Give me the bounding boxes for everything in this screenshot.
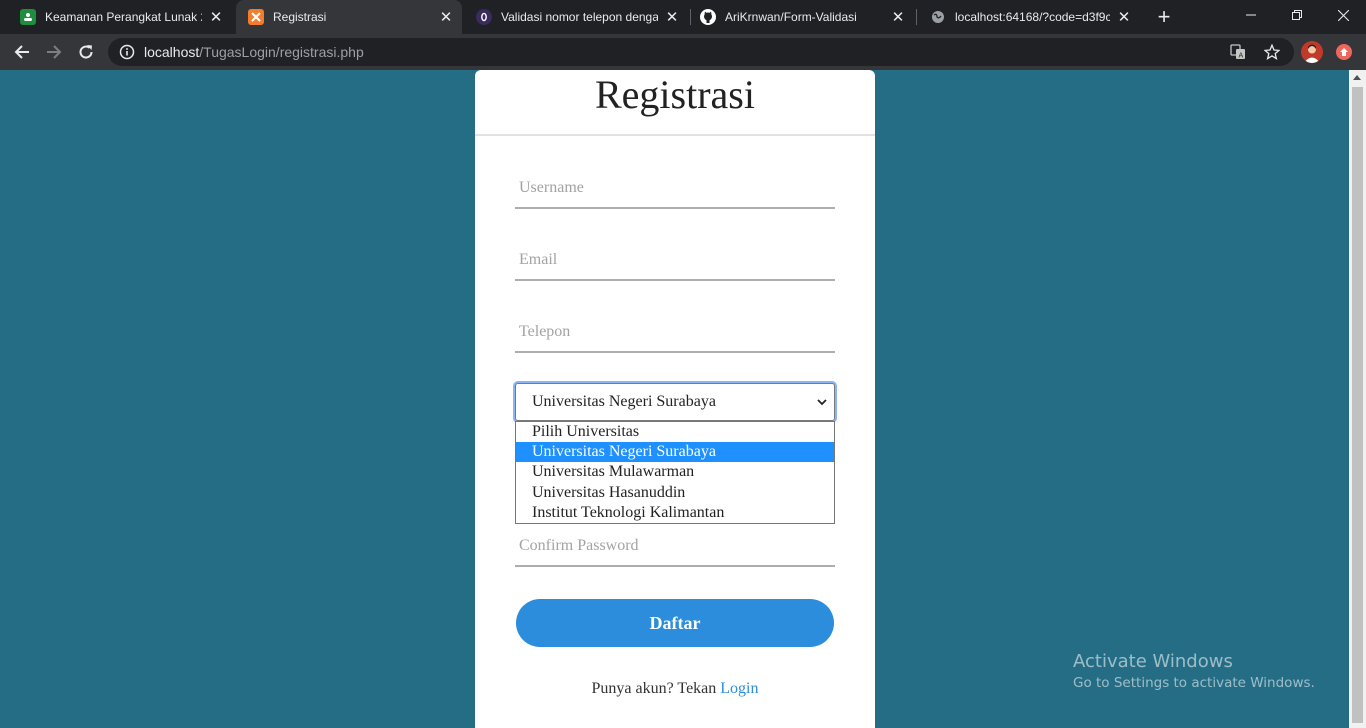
- university-select[interactable]: Universitas Negeri Surabaya: [515, 383, 835, 421]
- site-icon: [476, 9, 492, 25]
- translate-icon[interactable]: A: [1230, 44, 1246, 60]
- tab-registrasi[interactable]: Registrasi ✕: [236, 0, 462, 34]
- url-path: /TugasLogin/registrasi.php: [199, 44, 364, 60]
- close-icon: [1337, 9, 1349, 21]
- university-option[interactable]: Pilih Universitas: [516, 422, 834, 442]
- confirm-password-field-wrapper: [515, 527, 835, 567]
- new-tab-button[interactable]: +: [1152, 4, 1176, 29]
- arrow-left-icon: [14, 45, 29, 59]
- close-tab-icon[interactable]: ✕: [890, 9, 906, 26]
- university-selected-value: Universitas Negeri Surabaya: [532, 393, 716, 410]
- url-text: localhost/TugasLogin/registrasi.php: [144, 44, 364, 60]
- tab-localhost[interactable]: localhost:64168/?code=d3f9c9 ✕: [918, 0, 1140, 34]
- close-tab-icon[interactable]: ✕: [1116, 9, 1132, 26]
- back-button[interactable]: [8, 38, 36, 66]
- email-input[interactable]: [515, 241, 835, 279]
- tab-separator: [690, 9, 691, 25]
- university-option[interactable]: Universitas Mulawarman: [516, 462, 834, 482]
- info-icon[interactable]: [119, 44, 135, 60]
- daftar-button[interactable]: Daftar: [516, 599, 834, 647]
- tab-title: AriKrnwan/Form-Validasi: [725, 10, 857, 24]
- watermark-line-2: Go to Settings to activate Windows.: [1073, 675, 1315, 691]
- tab-strip: Keamanan Perangkat Lunak 20 ✕ Registrasi…: [0, 0, 1366, 34]
- close-window-button[interactable]: [1320, 0, 1366, 30]
- forward-button[interactable]: [40, 38, 68, 66]
- address-bar[interactable]: localhost/TugasLogin/registrasi.php A: [108, 38, 1294, 66]
- minimize-icon: [1246, 14, 1256, 16]
- tab-title: Registrasi: [273, 10, 327, 24]
- arrow-right-icon: [47, 45, 62, 59]
- university-option[interactable]: Institut Teknologi Kalimantan: [516, 503, 834, 523]
- university-option[interactable]: Universitas Hasanuddin: [516, 483, 834, 503]
- close-tab-icon[interactable]: ✕: [664, 9, 680, 26]
- xampp-icon: [248, 9, 264, 25]
- scrollbar-thumb[interactable]: [1352, 87, 1363, 723]
- reload-button[interactable]: [72, 38, 100, 66]
- telepon-field-wrapper: [515, 313, 835, 353]
- scroll-up-icon[interactable]: [1353, 75, 1361, 80]
- university-dropdown-list: Pilih Universitas Universitas Negeri Sur…: [515, 421, 835, 524]
- tab-github[interactable]: AriKrnwan/Form-Validasi ✕: [692, 0, 914, 34]
- bookmark-star-icon[interactable]: [1264, 44, 1280, 60]
- confirm-password-input[interactable]: [515, 527, 835, 565]
- browser-toolbar: localhost/TugasLogin/registrasi.php A: [0, 34, 1366, 70]
- login-link[interactable]: Login: [720, 680, 758, 697]
- chevron-down-icon: [817, 399, 827, 406]
- minimize-button[interactable]: [1228, 0, 1274, 30]
- tab-validasi[interactable]: Validasi nomor telepon dengan ✕: [466, 0, 688, 34]
- restore-button[interactable]: [1274, 0, 1320, 30]
- profile-avatar[interactable]: [1301, 41, 1323, 63]
- page-title: Registrasi: [475, 70, 875, 136]
- github-icon: [700, 9, 716, 25]
- watermark-line-1: Activate Windows: [1073, 651, 1233, 672]
- close-tab-icon[interactable]: ✕: [208, 9, 224, 26]
- registration-card: Registrasi Universitas Negeri Surabaya P…: [475, 70, 875, 728]
- tab-keamanan[interactable]: Keamanan Perangkat Lunak 20 ✕: [10, 0, 232, 34]
- tab-title: Validasi nomor telepon dengan: [501, 10, 658, 24]
- tab-separator: [916, 9, 917, 25]
- extension-icon[interactable]: [1336, 44, 1352, 60]
- username-input[interactable]: [515, 169, 835, 207]
- classroom-icon: [20, 9, 36, 25]
- windows-activation-watermark: Activate Windows Go to Settings to activ…: [1073, 651, 1315, 691]
- globe-icon: [930, 9, 946, 25]
- reload-icon: [79, 45, 93, 59]
- url-host: localhost: [144, 44, 200, 60]
- svg-text:A: A: [1239, 52, 1244, 60]
- tab-title: Keamanan Perangkat Lunak 20: [45, 10, 202, 24]
- close-tab-icon[interactable]: ✕: [438, 9, 454, 26]
- tab-title: localhost:64168/?code=d3f9c9: [955, 10, 1110, 24]
- restore-icon: [1292, 10, 1302, 20]
- telepon-input[interactable]: [515, 313, 835, 351]
- login-prompt-text: Punya akun? Tekan: [591, 680, 721, 697]
- login-prompt: Punya akun? Tekan Login: [475, 680, 875, 698]
- page-scrollbar[interactable]: [1349, 70, 1366, 728]
- username-field-wrapper: [515, 169, 835, 209]
- email-field-wrapper: [515, 241, 835, 281]
- university-option-selected[interactable]: Universitas Negeri Surabaya: [516, 442, 834, 463]
